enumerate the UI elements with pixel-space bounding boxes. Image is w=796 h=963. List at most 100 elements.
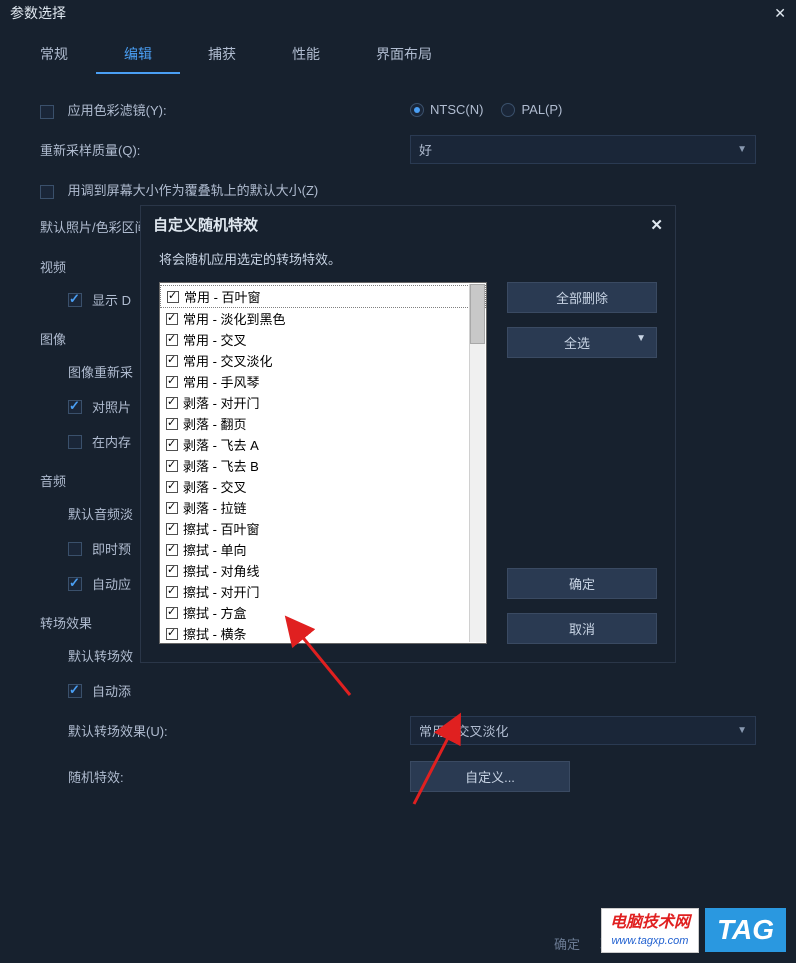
list-item[interactable]: 擦拭 - 单向 bbox=[160, 539, 486, 560]
effect-listbox[interactable]: 常用 - 百叶窗常用 - 淡化到黑色常用 - 交叉常用 - 交叉淡化常用 - 手… bbox=[159, 282, 487, 644]
list-item[interactable]: 擦拭 - 对角线 bbox=[160, 560, 486, 581]
overlay-size-checkbox[interactable] bbox=[40, 185, 54, 199]
show-dvd-label: 显示 D bbox=[92, 290, 131, 309]
item-checkbox[interactable] bbox=[167, 291, 179, 303]
item-label: 常用 - 交叉淡化 bbox=[183, 351, 273, 370]
list-item[interactable]: 擦拭 - 方盒 bbox=[160, 602, 486, 623]
item-checkbox[interactable] bbox=[166, 523, 178, 535]
item-label: 常用 - 手风琴 bbox=[183, 372, 260, 391]
item-checkbox[interactable] bbox=[166, 376, 178, 388]
dialog-close-icon[interactable]: ✕ bbox=[650, 216, 663, 234]
item-checkbox[interactable] bbox=[166, 418, 178, 430]
list-item[interactable]: 常用 - 百叶窗 bbox=[160, 285, 486, 308]
instant-preview-checkbox[interactable] bbox=[68, 542, 82, 556]
tab-general[interactable]: 常规 bbox=[12, 36, 96, 74]
select-all-button[interactable]: 全选 ▼ bbox=[507, 327, 657, 358]
auto-add-checkbox[interactable] bbox=[68, 684, 82, 698]
item-checkbox[interactable] bbox=[166, 628, 178, 640]
resample-quality-select[interactable]: 好 ▼ bbox=[410, 135, 756, 164]
list-item[interactable]: 剥落 - 翻页 bbox=[160, 413, 486, 434]
watermark-tag: TAG bbox=[705, 908, 786, 952]
dialog-title: 自定义随机特效 bbox=[153, 214, 258, 235]
auto-apply-checkbox[interactable] bbox=[68, 577, 82, 591]
color-filter-label: 应用色彩滤镜(Y): bbox=[68, 103, 167, 118]
tabs: 常规 编辑 捕获 性能 界面布局 bbox=[0, 26, 796, 74]
photo-mask-checkbox[interactable] bbox=[68, 400, 82, 414]
item-checkbox[interactable] bbox=[166, 481, 178, 493]
instant-preview-label: 即时预 bbox=[92, 539, 131, 558]
tab-capture[interactable]: 捕获 bbox=[180, 36, 264, 74]
cache-checkbox[interactable] bbox=[68, 435, 82, 449]
pal-label: PAL(P) bbox=[521, 102, 562, 117]
item-label: 剥落 - 对开门 bbox=[183, 393, 260, 412]
dialog-titlebar: 自定义随机特效 ✕ bbox=[141, 206, 675, 243]
close-icon[interactable]: ✕ bbox=[774, 5, 786, 22]
item-checkbox[interactable] bbox=[166, 439, 178, 451]
item-label: 擦拭 - 对角线 bbox=[183, 561, 260, 580]
list-item[interactable]: 常用 - 交叉淡化 bbox=[160, 350, 486, 371]
item-checkbox[interactable] bbox=[166, 607, 178, 619]
auto-apply-label: 自动应 bbox=[92, 574, 131, 593]
list-item[interactable]: 剥落 - 飞去 A bbox=[160, 434, 486, 455]
item-checkbox[interactable] bbox=[166, 355, 178, 367]
item-label: 擦拭 - 对开门 bbox=[183, 582, 260, 601]
list-item[interactable]: 常用 - 交叉 bbox=[160, 329, 486, 350]
color-filter-checkbox[interactable] bbox=[40, 105, 54, 119]
overlay-size-label: 用调到屏幕大小作为覆叠轨上的默认大小(Z) bbox=[68, 183, 319, 198]
item-label: 常用 - 百叶窗 bbox=[184, 287, 261, 306]
list-item[interactable]: 擦拭 - 横条 bbox=[160, 623, 486, 644]
default-trans-effect-label: 默认转场效果(U): bbox=[40, 721, 410, 740]
main-ok-button[interactable]: 确定 bbox=[554, 934, 580, 953]
cache-label: 在内存 bbox=[92, 432, 131, 451]
default-trans-effect-select[interactable]: 常用 - 交叉淡化 ▼ bbox=[410, 716, 756, 745]
list-item[interactable]: 常用 - 手风琴 bbox=[160, 371, 486, 392]
random-effect-label: 随机特效: bbox=[40, 767, 410, 786]
tab-layout[interactable]: 界面布局 bbox=[348, 36, 460, 74]
item-checkbox[interactable] bbox=[166, 544, 178, 556]
window-title: 参数选择 bbox=[10, 3, 66, 23]
tab-edit[interactable]: 编辑 bbox=[96, 36, 180, 74]
show-dvd-checkbox[interactable] bbox=[68, 293, 82, 307]
custom-button[interactable]: 自定义... bbox=[410, 761, 570, 792]
resample-value: 好 bbox=[419, 140, 432, 159]
ok-button[interactable]: 确定 bbox=[507, 568, 657, 599]
tab-performance[interactable]: 性能 bbox=[264, 36, 348, 74]
chevron-down-icon: ▼ bbox=[737, 725, 747, 736]
item-checkbox[interactable] bbox=[166, 586, 178, 598]
scrollbar[interactable] bbox=[469, 284, 485, 642]
item-checkbox[interactable] bbox=[166, 397, 178, 409]
scrollbar-thumb[interactable] bbox=[470, 284, 485, 344]
item-checkbox[interactable] bbox=[166, 313, 178, 325]
delete-all-button[interactable]: 全部删除 bbox=[507, 282, 657, 313]
item-label: 剥落 - 飞去 A bbox=[183, 435, 259, 454]
list-item[interactable]: 剥落 - 对开门 bbox=[160, 392, 486, 413]
list-item[interactable]: 常用 - 淡化到黑色 bbox=[160, 308, 486, 329]
item-label: 擦拭 - 百叶窗 bbox=[183, 519, 260, 538]
item-checkbox[interactable] bbox=[166, 502, 178, 514]
item-checkbox[interactable] bbox=[166, 334, 178, 346]
item-checkbox[interactable] bbox=[166, 565, 178, 577]
ntsc-radio[interactable] bbox=[410, 103, 424, 117]
item-label: 擦拭 - 方盒 bbox=[183, 603, 247, 622]
item-label: 常用 - 淡化到黑色 bbox=[183, 309, 286, 328]
item-label: 剥落 - 拉链 bbox=[183, 498, 247, 517]
select-all-label: 全选 bbox=[518, 333, 636, 352]
list-item[interactable]: 剥落 - 拉链 bbox=[160, 497, 486, 518]
watermark: 电脑技术网 www.tagxp.com TAG bbox=[601, 908, 786, 953]
chevron-down-icon: ▼ bbox=[737, 144, 747, 155]
pal-radio[interactable] bbox=[501, 103, 515, 117]
item-label: 常用 - 交叉 bbox=[183, 330, 247, 349]
item-checkbox[interactable] bbox=[166, 460, 178, 472]
item-label: 擦拭 - 单向 bbox=[183, 540, 247, 559]
item-label: 剥落 - 交叉 bbox=[183, 477, 247, 496]
list-item[interactable]: 擦拭 - 对开门 bbox=[160, 581, 486, 602]
item-label: 剥落 - 飞去 B bbox=[183, 456, 259, 475]
titlebar: 参数选择 ✕ bbox=[0, 0, 796, 26]
item-label: 剥落 - 翻页 bbox=[183, 414, 247, 433]
list-item[interactable]: 剥落 - 交叉 bbox=[160, 476, 486, 497]
list-item[interactable]: 剥落 - 飞去 B bbox=[160, 455, 486, 476]
auto-add-label: 自动添 bbox=[92, 681, 131, 700]
list-item[interactable]: 擦拭 - 百叶窗 bbox=[160, 518, 486, 539]
watermark-line2: www.tagxp.com bbox=[610, 934, 690, 948]
cancel-button[interactable]: 取消 bbox=[507, 613, 657, 644]
